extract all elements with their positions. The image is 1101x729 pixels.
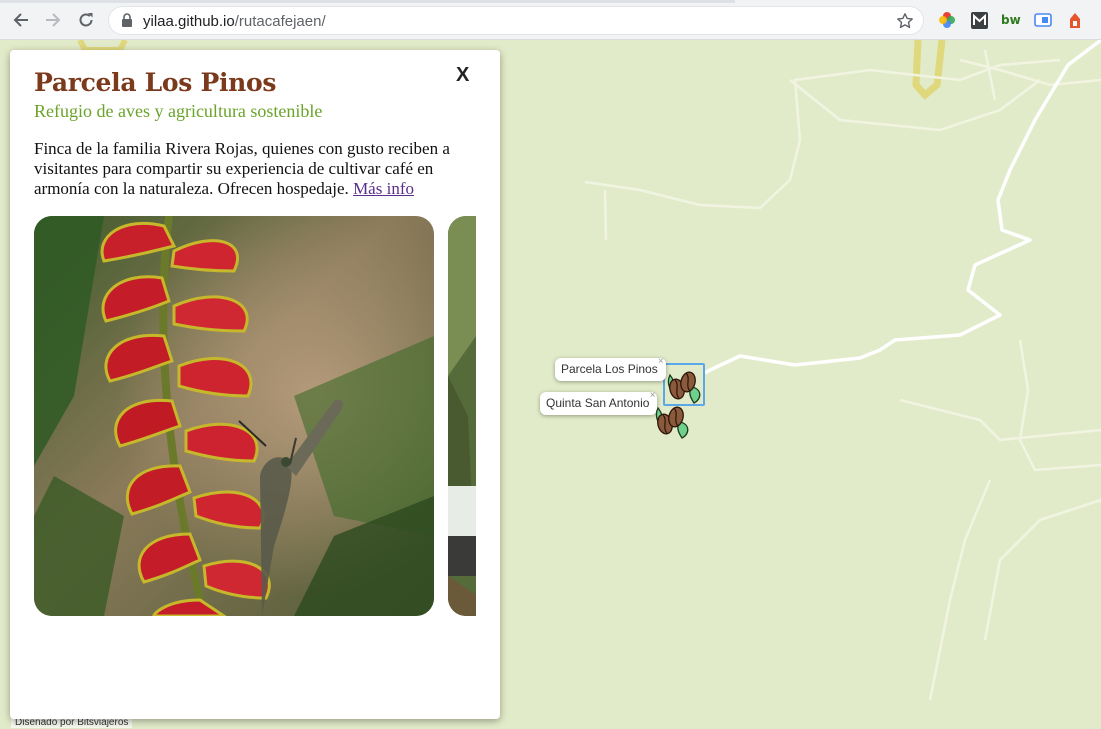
gallery-photo-second[interactable] <box>448 216 476 616</box>
url-text: yilaa.github.io/rutacafejaen/ <box>143 13 326 30</box>
star-icon[interactable] <box>896 12 914 35</box>
place-description: Finca de la familia Rivera Rojas, quiene… <box>34 139 476 199</box>
m-extension-icon[interactable] <box>969 10 989 30</box>
photo-gallery[interactable] <box>34 216 476 616</box>
tab-strip <box>0 0 735 3</box>
svg-text:bw: bw <box>1001 13 1021 27</box>
marker-label-text: Quinta San Antonio <box>546 396 650 410</box>
marker-label-parcela-los-pinos[interactable]: Parcela Los Pinos × <box>555 356 666 381</box>
color-wheel-extension-icon[interactable] <box>937 10 957 30</box>
blue-extension-icon[interactable] <box>1033 10 1053 30</box>
coffee-bean-icon[interactable] <box>652 400 692 445</box>
forward-icon[interactable] <box>41 8 65 32</box>
marker-close-icon[interactable]: × <box>658 356 664 367</box>
gallery-photo-heliconia[interactable] <box>34 216 434 616</box>
lock-icon <box>121 13 133 33</box>
marker-label-text: Parcela Los Pinos <box>561 362 658 376</box>
back-icon[interactable] <box>9 8 33 32</box>
browser-toolbar: yilaa.github.io/rutacafejaen/ bw <box>0 0 1101 40</box>
marker-label-quinta-san-antonio[interactable]: Quinta San Antonio × <box>540 390 658 415</box>
orange-extension-icon[interactable] <box>1065 10 1085 30</box>
bw-extension-icon[interactable]: bw <box>1001 10 1021 30</box>
place-title: Parcela Los Pinos <box>34 68 277 97</box>
close-panel-button[interactable]: X <box>456 64 469 87</box>
address-bar[interactable]: yilaa.github.io/rutacafejaen/ <box>108 6 924 35</box>
place-info-panel: X Parcela Los Pinos Refugio de aves y ag… <box>10 50 500 719</box>
reload-icon[interactable] <box>74 8 98 32</box>
more-info-link[interactable]: Más info <box>353 179 414 198</box>
place-subtitle: Refugio de aves y agricultura sostenible <box>34 101 323 121</box>
